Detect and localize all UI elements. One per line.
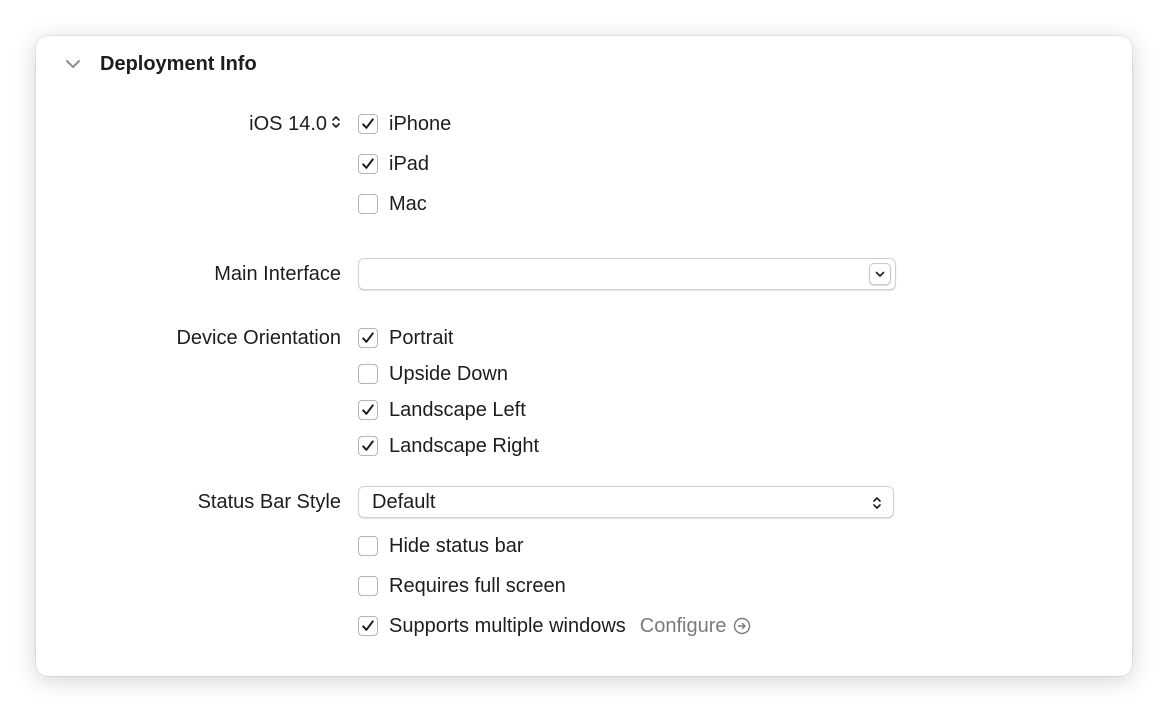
checkbox-box[interactable] [358, 114, 378, 134]
checkbox-box[interactable] [358, 536, 378, 556]
checkbox-box[interactable] [358, 400, 378, 420]
stepper-arrows-icon [331, 110, 341, 138]
checkbox-label: Upside Down [389, 362, 508, 385]
status-bar-style-select[interactable]: Default [358, 486, 894, 518]
status-bar-style-label: Status Bar Style [197, 491, 341, 513]
checkbox-label: iPhone [389, 112, 452, 135]
checkbox-iphone[interactable]: iPhone [358, 110, 451, 138]
checkbox-requires-full-screen[interactable]: Requires full screen [358, 572, 566, 600]
checkbox-landscape-right[interactable]: Landscape Right [358, 432, 539, 460]
checkbox-supports-multiple-windows[interactable]: Supports multiple windows Configure [358, 612, 751, 640]
section-title: Deployment Info [100, 52, 257, 75]
deployment-target-value: iOS 14.0 [249, 113, 327, 135]
deployment-info-panel: Deployment Info iOS 14.0 iPhone iPad Mac… [36, 36, 1132, 676]
checkbox-label: Hide status bar [389, 534, 524, 557]
checkbox-box[interactable] [358, 154, 378, 174]
checkbox-label: iPad [389, 152, 430, 175]
configure-link[interactable]: Configure [640, 615, 751, 638]
checkbox-box[interactable] [358, 364, 378, 384]
checkbox-label: Mac [389, 192, 427, 215]
checkbox-box[interactable] [358, 576, 378, 596]
checkbox-ipad[interactable]: iPad [358, 150, 429, 178]
main-interface-combobox[interactable] [358, 258, 896, 290]
checkbox-box[interactable] [358, 194, 378, 214]
chevron-down-icon[interactable] [869, 263, 891, 285]
checkbox-upside-down[interactable]: Upside Down [358, 360, 508, 388]
deployment-target-popup[interactable]: iOS 14.0 [249, 110, 341, 138]
checkmark-icon [362, 440, 374, 451]
select-arrows-icon [871, 493, 883, 513]
chevron-down-icon[interactable] [64, 55, 82, 73]
checkbox-box[interactable] [358, 436, 378, 456]
checkmark-icon [362, 118, 374, 129]
section-header[interactable]: Deployment Info [64, 50, 257, 78]
main-interface-label: Main Interface [214, 263, 341, 285]
checkbox-mac[interactable]: Mac [358, 190, 427, 218]
checkmark-icon [362, 620, 374, 631]
status-bar-style-value: Default [372, 490, 436, 513]
checkbox-label: Landscape Right [389, 434, 540, 457]
checkmark-icon [362, 404, 374, 415]
device-orientation-label: Device Orientation [176, 327, 341, 349]
checkmark-icon [362, 332, 374, 343]
checkbox-label: Landscape Left [389, 398, 526, 421]
configure-label: Configure [639, 614, 727, 637]
arrow-circle-right-icon[interactable] [733, 617, 751, 635]
checkbox-label: Portrait [389, 326, 454, 349]
checkbox-hide-status-bar[interactable]: Hide status bar [358, 532, 524, 560]
checkbox-landscape-left[interactable]: Landscape Left [358, 396, 526, 424]
checkbox-box[interactable] [358, 616, 378, 636]
checkbox-label: Supports multiple windows [389, 614, 626, 637]
checkbox-box[interactable] [358, 328, 378, 348]
checkbox-label: Requires full screen [389, 574, 566, 597]
checkbox-portrait[interactable]: Portrait [358, 324, 453, 352]
checkmark-icon [362, 158, 374, 169]
